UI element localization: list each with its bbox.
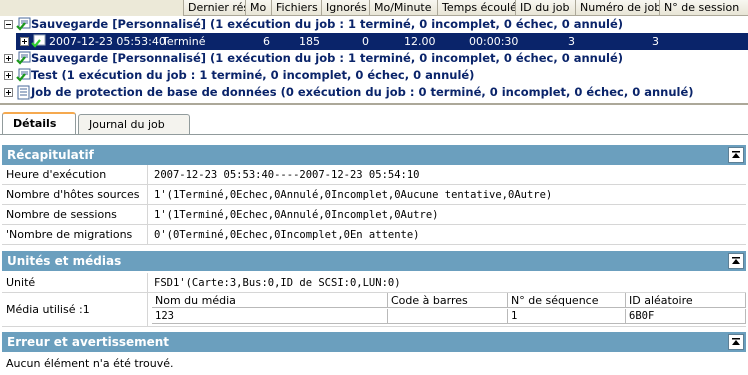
job-document-icon bbox=[17, 85, 30, 100]
collapse-section-icon[interactable] bbox=[728, 253, 744, 269]
run-success-icon bbox=[31, 34, 46, 48]
run-date: 2007-12-23 05:53:40 bbox=[49, 35, 166, 48]
column-header-bar: Dernier résultat Mo Fichiers Ignorés Mo/… bbox=[0, 0, 748, 16]
collapse-section-icon[interactable] bbox=[728, 334, 744, 350]
field-label: Heure d'exécution bbox=[2, 165, 148, 185]
job-run-row-selected[interactable]: 2007-12-23 05:53:40 Terminé 6 185 0 12.0… bbox=[16, 33, 748, 50]
job-label: Sauvegarde [Personnalisé] (1 exécution d… bbox=[31, 17, 624, 31]
job-row[interactable]: Job de protection de base de données (0 … bbox=[0, 84, 748, 101]
summary-section-title: Récapitulatif bbox=[7, 148, 94, 162]
media-table-cell: 123 bbox=[152, 309, 388, 324]
media-row-unit: Unité FSD1'(Carte:3,Bus:0,ID de SCSI:0,L… bbox=[2, 273, 746, 293]
job-success-icon bbox=[16, 51, 31, 65]
run-mo: 6 bbox=[263, 35, 270, 48]
tab-details[interactable]: Détails bbox=[2, 112, 76, 135]
field-value: 2007-12-23 05:53:40----2007-12-23 05:54:… bbox=[154, 169, 420, 181]
errors-section-title: Erreur et avertissement bbox=[7, 335, 170, 349]
summary-row-execution-time: Heure d'exécution 2007-12-23 05:53:40---… bbox=[2, 165, 746, 185]
run-job-number: 3 bbox=[652, 35, 659, 48]
detail-tabs: Détails Journal du job bbox=[0, 110, 748, 135]
details-panel: Récapitulatif Heure d'exécution 2007-12-… bbox=[0, 135, 748, 375]
job-row[interactable]: Sauvegarde [Personnalisé] (1 exécution d… bbox=[0, 16, 748, 33]
column-header-job-number[interactable]: Numéro de job bbox=[575, 0, 659, 16]
expand-toggle-icon[interactable] bbox=[4, 54, 13, 63]
summary-row-migrations: 'Nombre de migrations 0'(0Terminé,0Echec… bbox=[2, 225, 746, 245]
pane-splitter[interactable] bbox=[0, 103, 748, 105]
field-label: Unité bbox=[2, 273, 148, 293]
column-header-files[interactable]: Fichiers bbox=[271, 0, 321, 16]
summary-row-sessions: Nombre de sessions 1'(1Terminé,0Echec,0A… bbox=[2, 205, 746, 225]
errors-empty-message: Aucun élément n'a été trouvé. bbox=[6, 357, 174, 370]
run-ignored: 0 bbox=[362, 35, 369, 48]
run-job-id: 3 bbox=[568, 35, 575, 48]
job-row[interactable]: Sauvegarde [Personnalisé] (1 exécution d… bbox=[0, 50, 748, 67]
summary-row-source-hosts: Nombre d'hôtes sources 1'(1Terminé,0Eche… bbox=[2, 185, 746, 205]
run-files: 185 bbox=[299, 35, 320, 48]
column-header-last-result[interactable]: Dernier résultat bbox=[183, 0, 245, 16]
media-row-used: Média utilisé :1 Nom du média Code à bar… bbox=[2, 293, 746, 327]
expand-toggle-icon[interactable] bbox=[4, 71, 13, 80]
field-label: Nombre de sessions bbox=[2, 205, 148, 225]
media-table-header: N° de séquence bbox=[508, 293, 626, 308]
summary-section-header[interactable]: Récapitulatif bbox=[2, 145, 746, 165]
column-header-session-number[interactable]: N° de session bbox=[659, 0, 748, 16]
media-section-title: Unités et médias bbox=[7, 254, 122, 268]
field-label: 'Nombre de migrations bbox=[2, 225, 148, 245]
media-table: Nom du média Code à barres N° de séquenc… bbox=[152, 293, 746, 325]
run-mo-per-minute: 12.00 bbox=[404, 35, 436, 48]
collapse-toggle-icon[interactable] bbox=[4, 20, 13, 29]
field-value: 1'(1Terminé,0Echec,0Annulé,0Incomplet,0A… bbox=[154, 209, 439, 221]
field-value: 0'(0Terminé,0Echec,0Incomplet,0En attent… bbox=[154, 229, 420, 241]
job-label: Job de protection de base de données (0 … bbox=[31, 85, 694, 99]
media-table-cell: 6B0F bbox=[626, 309, 746, 324]
column-header-mo-per-minute[interactable]: Mo/Minute bbox=[369, 0, 437, 16]
errors-section-header[interactable]: Erreur et avertissement bbox=[2, 332, 746, 352]
media-section-header[interactable]: Unités et médias bbox=[2, 251, 746, 271]
field-label: Média utilisé :1 bbox=[2, 293, 148, 327]
media-table-cell bbox=[388, 309, 508, 324]
media-table-header: Nom du média bbox=[152, 293, 388, 308]
tab-job-log[interactable]: Journal du job bbox=[78, 114, 190, 135]
run-result: Terminé bbox=[162, 35, 206, 48]
media-table-header: Code à barres bbox=[388, 293, 508, 308]
job-tree: Sauvegarde [Personnalisé] (1 exécution d… bbox=[0, 16, 748, 102]
expand-toggle-icon[interactable] bbox=[4, 88, 13, 97]
media-table-header: ID aléatoire bbox=[626, 293, 746, 308]
job-success-icon bbox=[16, 68, 31, 82]
media-table-cell: 1 bbox=[508, 309, 626, 324]
field-value: 1'(1Terminé,0Echec,0Annulé,0Incomplet,0A… bbox=[154, 189, 553, 201]
job-label: Sauvegarde [Personnalisé] (1 exécution d… bbox=[31, 51, 624, 65]
column-header-elapsed[interactable]: Temps écoulé bbox=[437, 0, 515, 16]
expand-toggle-icon[interactable] bbox=[20, 37, 29, 46]
job-success-icon bbox=[16, 17, 31, 31]
field-label: Nombre d'hôtes sources bbox=[2, 185, 148, 205]
job-label: Test (1 exécution du job : 1 terminé, 0 … bbox=[31, 68, 475, 82]
field-value: FSD1'(Carte:3,Bus:0,ID de SCSI:0,LUN:0) bbox=[154, 277, 401, 289]
job-row[interactable]: Test (1 exécution du job : 1 terminé, 0 … bbox=[0, 67, 748, 84]
run-elapsed: 00:00:30 bbox=[469, 35, 519, 48]
column-header-job-id[interactable]: ID du job bbox=[515, 0, 575, 16]
collapse-section-icon[interactable] bbox=[728, 147, 744, 163]
column-header-mo[interactable]: Mo bbox=[245, 0, 271, 16]
column-header-ignored[interactable]: Ignorés bbox=[321, 0, 369, 16]
